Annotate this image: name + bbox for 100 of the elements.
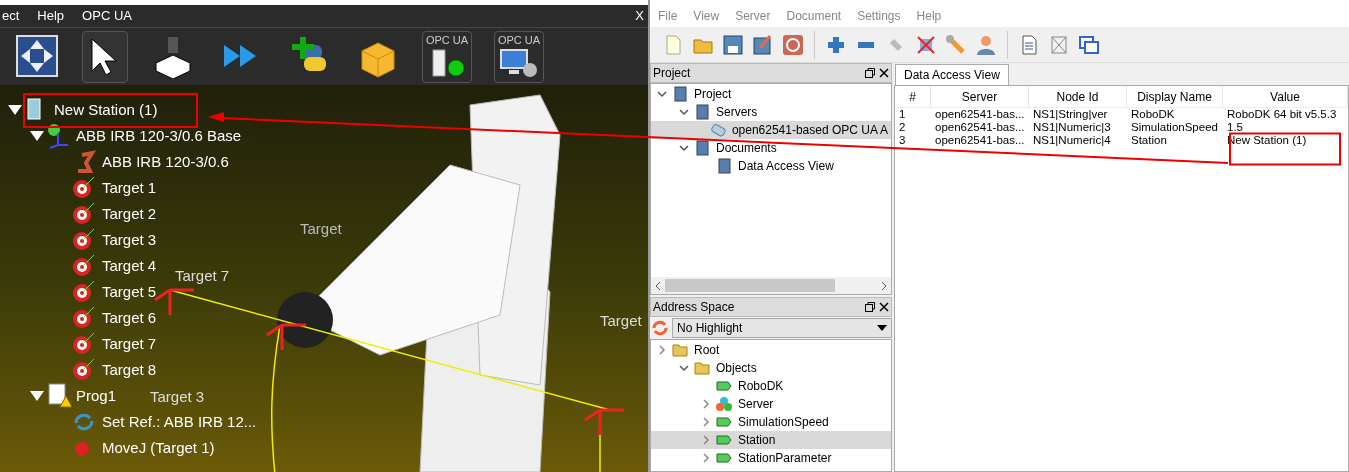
tree-item[interactable]: Root — [691, 341, 723, 359]
program-warning-icon — [46, 383, 72, 409]
folder-icon — [694, 360, 710, 376]
tree-item[interactable]: Prog1 — [76, 384, 117, 408]
table-cell-text: SimulationSpeed — [1130, 121, 1219, 134]
panel-title: Address Space — [653, 299, 735, 316]
tree-item[interactable]: Target 1 — [102, 176, 157, 200]
tree-item[interactable]: MoveJ (Target 1) — [102, 436, 215, 460]
tree-item[interactable]: Target 6 — [102, 306, 157, 330]
tree-item[interactable]: Target 7 — [102, 332, 157, 356]
chevron-icon — [679, 143, 689, 153]
target-axes-icon — [266, 323, 308, 351]
close-icon[interactable] — [879, 302, 889, 312]
highlight-dropdown[interactable]: No Highlight — [672, 318, 892, 338]
tool-on-box-icon — [152, 34, 194, 79]
opc-server-button[interactable]: OPC UA — [422, 30, 472, 83]
target-axes-icon — [154, 288, 196, 316]
menu-item[interactable]: OPC UA — [82, 6, 132, 26]
tree-item[interactable]: Target 3 — [102, 228, 157, 252]
triangle-icon — [8, 105, 22, 115]
menu-item[interactable]: View — [693, 7, 720, 25]
column-header[interactable]: Node Id — [1029, 86, 1127, 107]
menu-item[interactable]: ect — [2, 6, 20, 26]
document-icon — [716, 158, 732, 174]
binder-icon — [694, 140, 710, 156]
tree-item[interactable]: Server — [735, 395, 777, 413]
target-axes-icon — [584, 408, 626, 436]
folder-icon — [672, 342, 688, 358]
tree-item[interactable]: Documents — [713, 139, 780, 157]
tree-item[interactable]: ABB IRB 120-3/0.6 — [102, 150, 229, 174]
table-cell-text: 1 — [898, 108, 907, 121]
tag-icon — [716, 432, 732, 448]
menu-item[interactable]: Server — [735, 7, 771, 25]
table-cell-text: 1.5 — [1226, 121, 1244, 134]
tree-item[interactable]: Objects — [713, 359, 760, 377]
tree-item[interactable]: StationParameter — [735, 449, 835, 467]
column-header[interactable]: Server — [931, 86, 1029, 107]
tree-item[interactable]: SimulationSpeed — [735, 413, 832, 431]
tag-icon — [716, 378, 732, 394]
dropdown-caret-icon — [877, 325, 887, 331]
table-cell-text: 3 — [898, 134, 907, 147]
table-cell-text: open62541-bas... — [934, 108, 1026, 121]
tree-item[interactable]: Target 8 — [102, 358, 157, 382]
column-header[interactable]: Display Name — [1127, 86, 1223, 107]
chevron-icon — [657, 89, 667, 99]
windows-icon[interactable] — [1078, 33, 1100, 56]
menu-item[interactable]: Help — [916, 7, 942, 25]
refresh-icon[interactable] — [650, 318, 670, 338]
close-icon[interactable] — [879, 68, 889, 78]
fit-view-icon — [16, 34, 58, 79]
menu-item[interactable]: Settings — [857, 7, 901, 25]
binder-icon — [694, 104, 710, 120]
menu-item[interactable]: Help — [37, 6, 65, 26]
table-cell-text: RoboDK — [1130, 108, 1176, 121]
table-cell-text: open62541-bas... — [934, 134, 1026, 147]
opc-client-button[interactable]: OPC UA — [494, 30, 544, 83]
menu-item[interactable]: Document — [786, 7, 842, 25]
menu-item[interactable]: File — [658, 7, 678, 25]
column-header[interactable]: Value — [1223, 86, 1348, 107]
user-icon[interactable] — [975, 33, 997, 56]
tree-item[interactable]: Set Ref.: ABB IRB 12... — [102, 410, 257, 434]
tab[interactable]: Data Access View — [895, 64, 1009, 85]
table-cell-text: RoboDK 64 bit v5.5.3 — [1226, 108, 1338, 121]
table-cell-text: NS1|Numeric|4 — [1032, 134, 1112, 147]
close-button[interactable]: X — [635, 6, 644, 26]
tree-item[interactable]: RoboDK — [735, 377, 787, 395]
server-icon — [709, 122, 726, 138]
target-label: Target 3 — [150, 387, 205, 407]
table-cell-text: Station — [1130, 134, 1168, 147]
table-cell-text: NS1|String|ver — [1032, 108, 1109, 121]
edit-icon[interactable] — [752, 33, 774, 56]
table-cell-text: 2 — [898, 121, 907, 134]
float-icon[interactable] — [865, 302, 875, 312]
chevron-icon — [657, 345, 667, 355]
target-label: Target — [300, 219, 342, 239]
tree-item[interactable]: Data Access View — [735, 157, 837, 175]
target-label: Target 7 — [175, 266, 230, 286]
objects-icon — [716, 396, 732, 412]
binder-icon — [672, 86, 688, 102]
chevron-icon — [679, 107, 689, 117]
float-icon[interactable] — [865, 68, 875, 78]
triangle-icon — [30, 391, 44, 401]
panel-title: Project — [653, 65, 691, 82]
column-header[interactable]: # — [895, 86, 931, 107]
tree-item[interactable]: Target 4 — [102, 254, 157, 278]
tree-item[interactable]: Target 5 — [102, 280, 157, 304]
table-cell-text: NS1|Numeric|3 — [1032, 121, 1112, 134]
table-cell-text: open62541-bas... — [934, 121, 1026, 134]
save-icon[interactable] — [722, 33, 744, 56]
tree-item[interactable]: New Station (1) — [54, 98, 158, 122]
delete-icon[interactable] — [915, 33, 937, 56]
chevron-icon — [679, 363, 689, 373]
tree-item[interactable]: Target 2 — [102, 202, 157, 226]
tree-item[interactable]: ABB IRB 120-3/0.6 Base — [76, 124, 242, 148]
tree-item[interactable]: Project — [691, 85, 735, 103]
horizontal-scrollbar[interactable] — [651, 277, 891, 294]
toolbar-button[interactable] — [82, 30, 128, 83]
tree-item[interactable]: Servers — [713, 103, 761, 121]
power-icon[interactable] — [782, 33, 804, 56]
target-label: Target — [600, 311, 642, 331]
